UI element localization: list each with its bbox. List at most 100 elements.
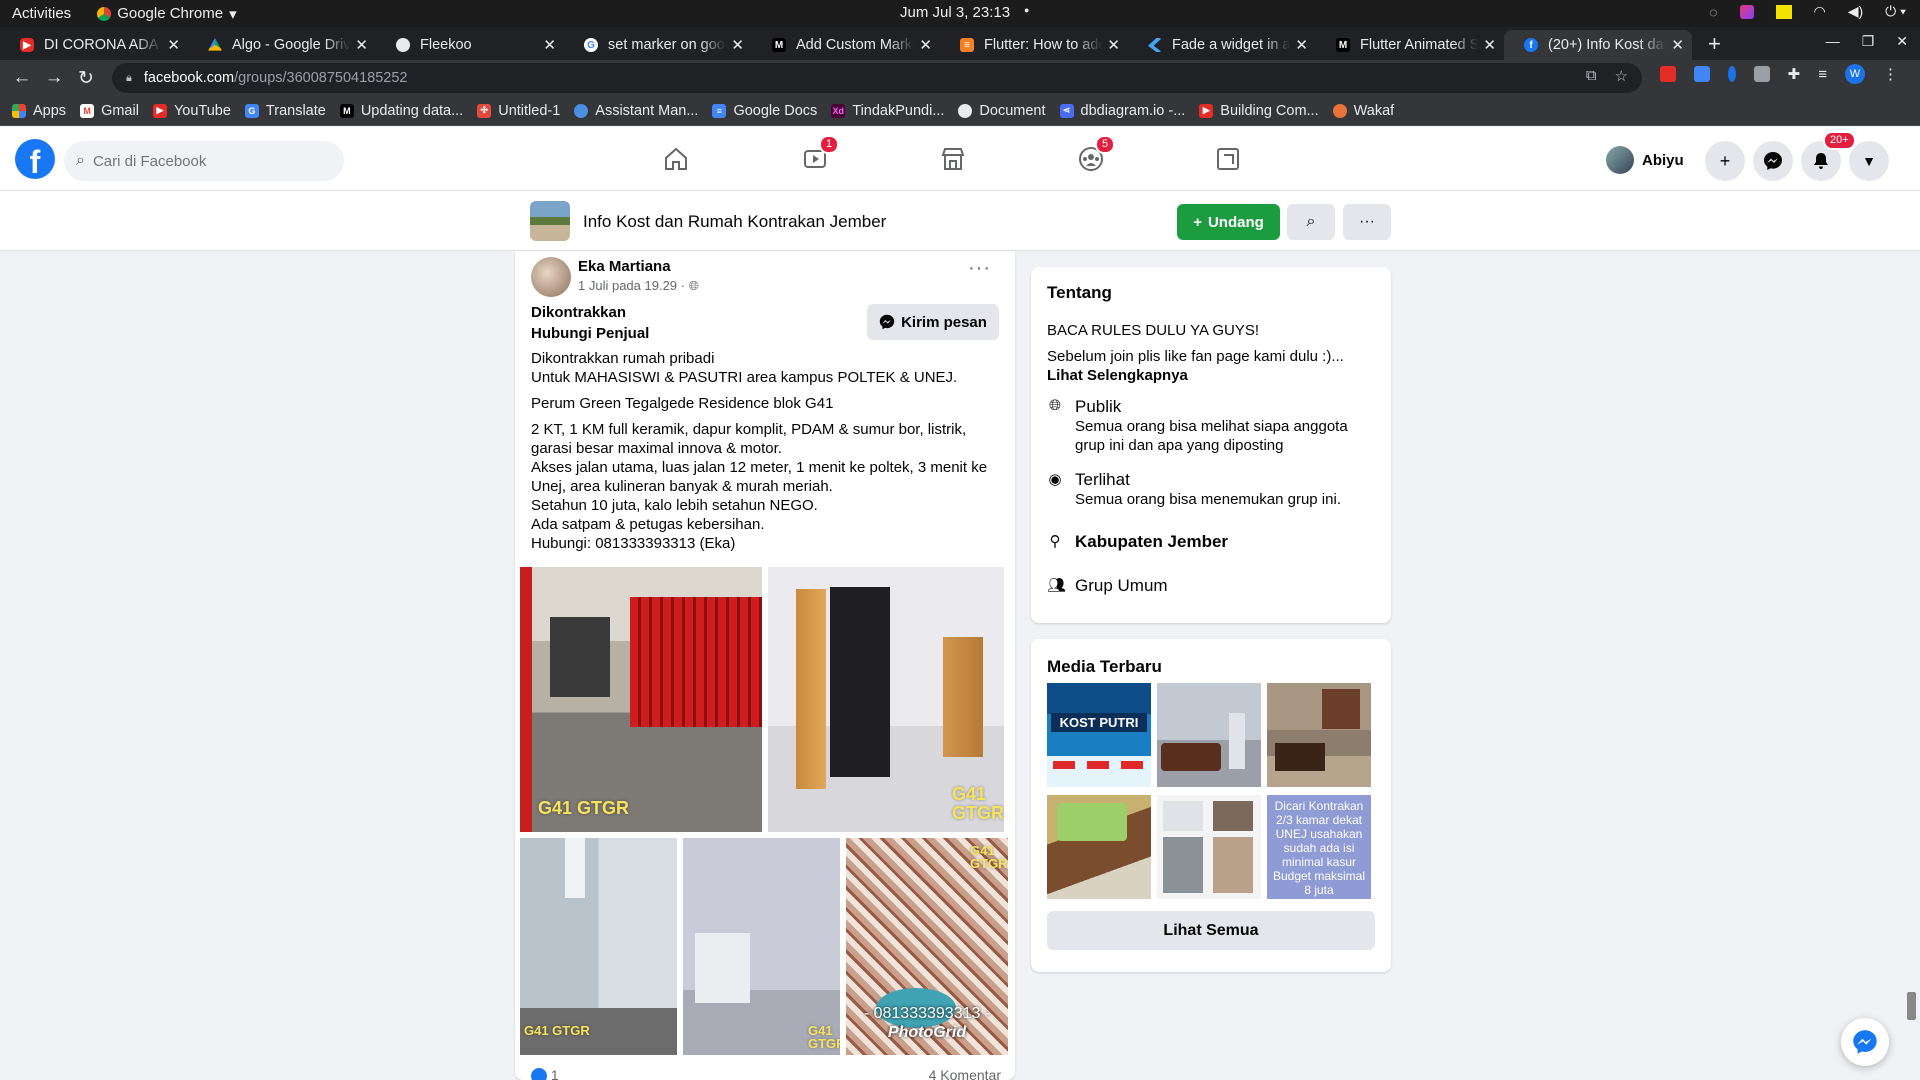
volume-icon[interactable]: ◀) [1848,3,1863,20]
see-more-link[interactable]: Lihat Selengkapnya [1047,366,1188,385]
close-icon[interactable]: ✕ [355,36,368,54]
profile-avatar-icon[interactable]: W [1845,64,1865,84]
media-thumbnail[interactable]: Dicari Kontrakan 2/3 kamar dekat UNEJ us… [1267,795,1371,899]
send-message-button[interactable]: Kirim pesan [867,304,999,340]
media-thumbnail[interactable]: KOST PUTRI [1047,683,1151,787]
extension-translate-icon[interactable] [1693,66,1710,82]
close-icon[interactable]: ✕ [167,36,180,54]
group-cover-thumbnail[interactable] [530,201,570,241]
browser-tab[interactable]: M Flutter Animated S ✕ [1316,30,1504,60]
address-bar[interactable]: 🔒︎ facebook.com/groups/360087504185252 ⧉… [112,63,1642,93]
messenger-button[interactable] [1753,141,1793,181]
bookmark-item[interactable]: M Updating data... [339,103,463,119]
close-icon[interactable]: ✕ [919,36,932,54]
bookmark-item[interactable]: G Translate [244,103,326,119]
extension-camera-icon[interactable] [1753,66,1770,82]
media-thumbnail[interactable] [1157,795,1261,899]
browser-tab[interactable]: Fade a widget in an ✕ [1128,30,1316,60]
close-icon[interactable]: ✕ [731,36,744,54]
clock[interactable]: Jum Jul 3, 23:13 [900,4,1010,21]
bookmark-item[interactable]: ✣ Untitled-1 [477,103,560,119]
extension-feather-icon[interactable] [1727,66,1736,82]
browser-tab[interactable]: Algo - Google Drive ✕ [188,30,376,60]
browser-tab[interactable]: Fleekoo ✕ [376,30,564,60]
media-thumbnail[interactable] [1267,683,1371,787]
browser-tab-active[interactable]: f (20+) Info Kost dan ✕ [1504,30,1692,60]
nav-watch-icon[interactable]: 1 [795,135,840,177]
power-icon[interactable]: ⏻ ▾ [1885,3,1906,20]
close-icon[interactable]: ✕ [1671,36,1684,54]
avatar[interactable] [531,257,571,297]
post-photo[interactable]: G41 GTGR - 081333393313 - PhotoGrid [846,838,1008,1055]
app-menu[interactable]: Google Chrome ▾ [97,5,237,23]
browser-tab[interactable]: M Add Custom Marker ✕ [752,30,940,60]
activities-button[interactable]: Activities [12,5,71,22]
translate-page-icon[interactable]: ⧉ [1586,67,1597,85]
comments-count[interactable]: 4 Komentar [929,1067,1001,1080]
facebook-search[interactable]: ⌕ [64,141,344,181]
media-thumbnail[interactable] [1157,683,1261,787]
lock-icon[interactable]: 🔒︎ [126,72,132,85]
browser-tab[interactable]: G set marker on goog ✕ [564,30,752,60]
media-queue-icon[interactable]: ≡ [1818,66,1827,83]
bookmark-item[interactable]: M Gmail [80,103,139,119]
post-options-button[interactable]: ··· [968,257,991,280]
nav-groups-icon[interactable]: 5 [1071,135,1116,177]
location-name[interactable]: Kabupaten Jember [1075,532,1228,552]
chrome-menu-icon[interactable]: ⋮ [1883,65,1898,83]
bookmark-item[interactable]: Apps [12,103,66,119]
post-photo[interactable]: G41 GTGR [520,838,677,1055]
invite-button[interactable]: + Undang [1177,204,1280,240]
group-name[interactable]: Info Kost dan Rumah Kontrakan Jember [583,212,886,232]
bookmark-item[interactable]: Document [958,103,1046,119]
post-photo[interactable]: G41 GTGR [520,567,762,832]
new-message-button[interactable] [1841,1018,1889,1066]
extension-red-icon[interactable] [1659,66,1676,82]
see-all-button[interactable]: Lihat Semua [1047,911,1375,950]
bookmark-item[interactable]: Wakaf [1332,103,1394,119]
bookmark-star-icon[interactable]: ☆ [1615,67,1628,85]
browser-tab[interactable]: ▶ DI CORONA ADA T ✕ [0,30,188,60]
bookmark-item[interactable]: ≡ Google Docs [712,103,817,119]
post-photo[interactable]: G41 GTGR [768,567,1004,832]
close-window-icon[interactable]: ✕ [1896,33,1908,50]
facebook-logo-icon[interactable]: f [15,139,55,179]
create-button[interactable]: + [1705,141,1745,181]
search-input[interactable] [92,152,313,170]
post-photo[interactable]: G41 GTGR [683,838,840,1055]
nav-marketplace-icon[interactable] [933,141,973,177]
media-thumbnail[interactable] [1047,795,1151,899]
post-timestamp[interactable]: 1 Juli pada 19.29 · 🌐︎ [578,278,699,294]
extensions-puzzle-icon[interactable]: ✚ [1788,65,1801,83]
bookmark-item[interactable]: ▶ YouTube [152,103,231,119]
notes-tray-icon[interactable] [1775,4,1792,19]
colorpicker-tray-icon[interactable] [1739,4,1754,19]
scrollbar-thumb[interactable] [1907,992,1916,1020]
close-icon[interactable]: ✕ [1295,36,1308,54]
wifi-icon[interactable]: ◠ [1814,3,1826,20]
restore-icon[interactable]: ❐ [1862,33,1875,50]
bookmark-item[interactable]: ▶ Building Com... [1199,103,1319,119]
bookmark-item[interactable]: Assistant Man... [574,103,698,119]
bookmark-item[interactable]: ⋖ dbdiagram.io -... [1059,103,1185,119]
reactions-count[interactable]: 1 [531,1067,559,1080]
minimize-icon[interactable]: — [1826,33,1840,50]
close-icon[interactable]: ✕ [543,36,556,54]
notifications-button[interactable]: 20+ [1801,131,1856,181]
nav-gaming-icon[interactable] [1208,141,1248,177]
bookmark-item[interactable]: Xd TindakPundi... [831,103,944,119]
account-menu-button[interactable]: ▼ [1849,141,1889,181]
nav-home-icon[interactable] [656,141,696,177]
browser-tab[interactable]: ≡ Flutter: How to add ✕ [940,30,1128,60]
close-icon[interactable]: ✕ [1483,36,1496,54]
forward-icon[interactable]: → [38,67,70,89]
reload-icon[interactable]: ↻ [70,67,102,90]
profile-link[interactable]: Abiyu [1606,146,1684,174]
close-icon[interactable]: ✕ [1107,36,1120,54]
group-more-button[interactable]: ··· [1343,204,1391,240]
back-icon[interactable]: ← [6,67,38,89]
whatsapp-tray-icon[interactable]: ◌ [1709,4,1717,20]
new-tab-button[interactable]: + [1692,30,1737,60]
post-author[interactable]: Eka Martiana [578,258,671,275]
group-search-button[interactable]: ⌕ [1287,204,1335,240]
